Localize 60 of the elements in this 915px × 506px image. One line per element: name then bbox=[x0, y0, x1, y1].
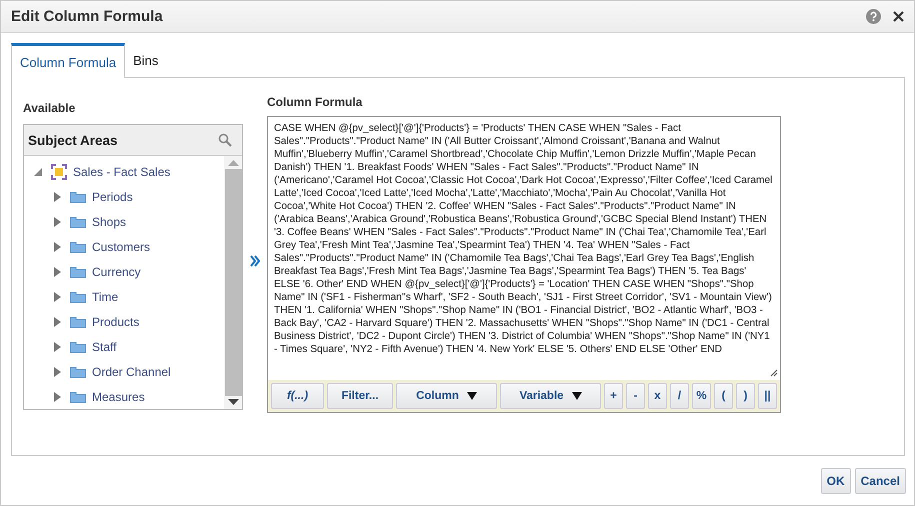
tree-item[interactable]: Staff bbox=[92, 340, 116, 354]
collapsed-icon[interactable] bbox=[54, 192, 61, 202]
window-title: Edit Column Formula bbox=[11, 8, 163, 25]
dialog-button[interactable]: Cancel bbox=[854, 468, 906, 494]
tree-item[interactable]: Products bbox=[92, 314, 140, 328]
collapsed-icon[interactable] bbox=[54, 242, 61, 252]
collapsed-icon[interactable] bbox=[54, 342, 61, 352]
tree-item[interactable]: Sales - Fact Sales bbox=[73, 164, 170, 178]
tree-item[interactable]: Periods bbox=[92, 190, 133, 204]
tool-button[interactable]: Variable bbox=[500, 383, 601, 409]
folder-icon bbox=[70, 216, 86, 228]
collapsed-icon[interactable] bbox=[54, 216, 61, 226]
tool-button[interactable]: f(...) bbox=[271, 383, 324, 409]
tool-button[interactable]: / bbox=[670, 383, 689, 409]
tree-item[interactable]: Shops bbox=[92, 214, 126, 228]
tree-item[interactable]: Currency bbox=[92, 264, 141, 278]
collapsed-icon[interactable] bbox=[54, 392, 61, 402]
tree-item[interactable]: Customers bbox=[92, 240, 150, 254]
expanded-icon[interactable] bbox=[34, 168, 42, 176]
folder-icon bbox=[70, 290, 86, 302]
tree-item[interactable]: Measures bbox=[92, 390, 145, 404]
tool-button[interactable]: ) bbox=[736, 383, 755, 409]
resize-grip-icon[interactable] bbox=[770, 369, 778, 377]
folder-icon bbox=[70, 366, 86, 378]
folder-icon bbox=[70, 266, 86, 278]
caret-icon bbox=[466, 392, 477, 400]
collapsed-icon[interactable] bbox=[54, 316, 61, 326]
subject-area-icon bbox=[51, 164, 67, 180]
folder-icon bbox=[70, 340, 86, 352]
tool-button[interactable]: ( bbox=[714, 383, 733, 409]
section-label: Available bbox=[23, 101, 76, 117]
collapsed-icon[interactable] bbox=[54, 366, 61, 376]
panel-title: Subject Areas bbox=[28, 132, 118, 148]
scrollbar[interactable] bbox=[224, 156, 242, 409]
scroll-thumb[interactable] bbox=[224, 169, 242, 396]
tree-item[interactable]: Order Channel bbox=[92, 364, 171, 378]
collapsed-icon[interactable] bbox=[54, 266, 61, 276]
tree-item[interactable]: Time bbox=[92, 290, 118, 304]
tool-button[interactable]: Filter... bbox=[327, 383, 393, 409]
insert-arrow-icon[interactable] bbox=[250, 255, 260, 267]
folder-icon bbox=[70, 240, 86, 252]
tool-button[interactable]: % bbox=[692, 383, 711, 409]
tool-button[interactable]: - bbox=[626, 383, 645, 409]
close-icon[interactable] bbox=[893, 11, 904, 22]
collapsed-icon[interactable] bbox=[54, 292, 61, 302]
tool-button[interactable]: x bbox=[648, 383, 667, 409]
help-icon[interactable] bbox=[866, 9, 881, 24]
folder-icon bbox=[70, 190, 86, 202]
search-icon[interactable] bbox=[218, 133, 232, 147]
folder-icon bbox=[70, 316, 86, 328]
folder-icon bbox=[70, 390, 86, 402]
caret-icon bbox=[572, 392, 582, 400]
tool-button[interactable]: + bbox=[604, 383, 623, 409]
tool-button[interactable]: || bbox=[758, 383, 777, 409]
tool-button[interactable]: Column bbox=[396, 383, 497, 409]
scroll-down-icon[interactable] bbox=[228, 399, 238, 405]
tab[interactable]: Column Formula bbox=[11, 43, 126, 78]
formula-field[interactable]: CASE WHEN @{pv_select}['@']{'Products'} = 'Products' THEN CASE WHEN "Sales - Fact Sales"."Products"."Product Name" IN ('All Butter Croissant','Almond Croissant','Banana and Walnut Muffin','Blueberry Muffin','Caramel Shortbread','Chocolate Chip Muffin','Lemon Drizzle Muffin','Maple Pecan Danish') THEN '1. Breakfast Foods' WHEN "Sales - Fact Sales"."Products"."Product Name" IN ('Americano','Caramel Hot Cocoa','Classic Hot Cocoa','Dark Hot Cocoa','Expresso','Filter Coffee','Iced Caramel Latte','Iced Cocoa','Iced Latte','Iced Mocha','Latte','Macchiato','Mocha','Pain Au Chocolat','Vanilla Hot Cocoa','White Hot Cocoa') THEN '2. Coffee' WHEN "Sales - Fact Sales"."Products"."Product Name" IN ('Arabica Beans','Arabica Ground','Robustica Beans','Robustica Ground','GCBC Special Blend Instant') THEN '3. Coffee Beans' WHEN "Sales - Fact Sales"."Products"."Product Name" IN ('Chai Tea','Chamomile Tea','Earl Grey Tea','Fresh Mint Tea','Jasmine Tea','Spearmint Tea') THEN '4. Tea' WHEN "Sales - Fact Sales"."Products"."Product Name" IN ('Chamomile Tea Bags','Chai Tea Bags','Earl Grey Tea Bags','English Breakfast Tea Bags','Fresh Mint Tea Bags','Jasmine Tea Bags','Spearmint Tea Bags') THEN '5. Tea Bags' ELSE '6. Other' END WHEN @{pv_select}['@']{'Products'} = 'Location' THEN CASE WHEN "Shops"."Shop Name" IN ('SF1 - Fisherman''s Wharf', 'SF2 - South Beach', 'SJ1 - First Street Corridor', 'SV1 - Mountain View') THEN '1. California' WHEN "Shops"."Shop Name" IN ('BO1 - Financial District', 'BO2 - Atlantic Wharf', 'BO3 - Back Bay', 'CA2 - Harvard Square') THEN '2. Massachusetts' WHEN "Shops"."Shop Name" IN ('DC1 - Central Business District', 'DC2 - Dupont Circle') THEN '3. District of Columbia' WHEN "Shops"."Shop Name" IN ('NY1 - Times Square', 'NY2 - Fifth Avenue') THEN '4. New York' ELSE '5. Others' END ELSE 'Other' END bbox=[268, 117, 780, 369]
dialog-button[interactable]: OK bbox=[820, 468, 851, 494]
section-label: Column Formula bbox=[267, 95, 364, 111]
